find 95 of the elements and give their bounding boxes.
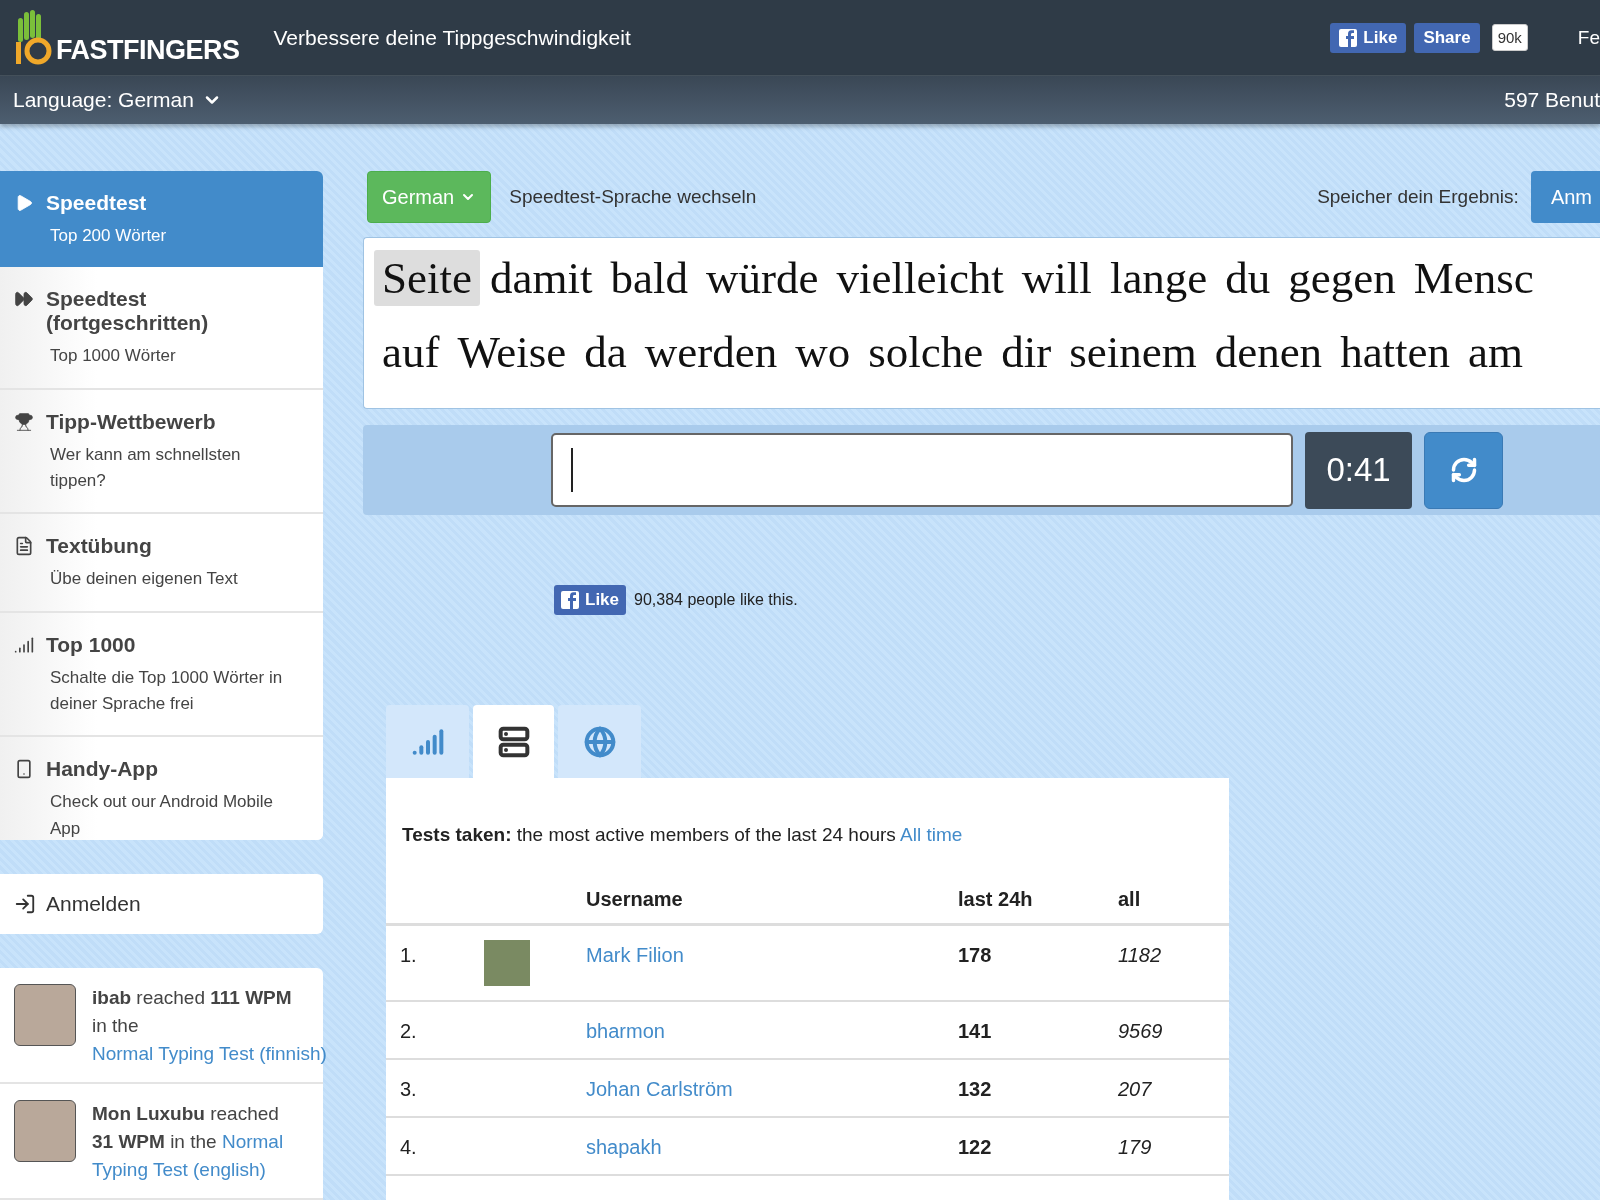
like-count: 90k [1491, 24, 1528, 51]
sidebar-item[interactable]: Speedtest Top 200 Wörter [0, 171, 323, 268]
tests-24h-cell: 122 [958, 1118, 1118, 1176]
sidebar-item-title: Speedtest (fortgeschritten) [46, 287, 210, 336]
all-time-link[interactable]: All time [900, 824, 963, 845]
word: gegen [1287, 252, 1397, 305]
site-tagline: Verbessere deine Tippgeschwindigkeit [273, 25, 631, 50]
activity-link[interactable]: Normal [221, 1131, 284, 1152]
hand-logo-icon [14, 9, 54, 66]
sidebar-item-subtitle: Check out our Android Mobile App [49, 791, 275, 840]
tests-24h-cell: 178 [958, 926, 1118, 1002]
word: seinem [1068, 326, 1198, 379]
sidebar-item-title: Textübung [46, 534, 153, 559]
word: du [1224, 252, 1272, 305]
sidebar-item[interactable]: Textübung Übe deinen eigenen Text [0, 514, 323, 613]
sidebar-item-title: Handy-App [46, 757, 159, 782]
activity-link[interactable]: Normal Typing Test (finnish) [92, 1043, 327, 1064]
stats-tab[interactable] [473, 705, 554, 778]
word: solche [867, 326, 985, 379]
word: würde [704, 252, 820, 305]
word: werden [643, 326, 779, 379]
word: denen [1213, 326, 1324, 379]
share-button[interactable]: Share [1414, 22, 1480, 53]
login-icon [14, 893, 36, 915]
sidebar-item-subtitle: Wer kann am schnellsten tippen? [49, 443, 242, 493]
server-stack-icon [497, 725, 530, 758]
sidebar-item-subtitle: Top 1000 Wörter [49, 345, 177, 368]
avatar-placeholder [14, 1100, 76, 1162]
word: dir [1000, 326, 1053, 379]
sidebar-item-subtitle: Übe deinen eigenen Text [49, 568, 238, 591]
facebook-like-button[interactable]: Like [554, 585, 627, 615]
avatar-placeholder [14, 984, 76, 1046]
login-link[interactable]: Anmelden [0, 874, 323, 934]
rank-cell: 3. [386, 1060, 484, 1118]
countdown-timer: 0:41 [1305, 431, 1412, 509]
sidebar-item-title: Speedtest [46, 191, 148, 215]
photo-placeholder [484, 940, 530, 986]
username-link[interactable]: Mark Filion [586, 926, 958, 1002]
word: am [1467, 326, 1525, 379]
globe-icon [583, 725, 616, 758]
column-header: all [1118, 888, 1229, 926]
facebook-logo-icon [561, 591, 579, 609]
word: hatten [1339, 326, 1452, 379]
activity-text: Mon Luxubu reached 31 WPM in the Normal Typing Test (english) [92, 1102, 285, 1182]
change-language-label: Speedtest-Sprache wechseln [509, 186, 757, 208]
sidebar-item-subtitle: Schalte die Top 1000 Wörter in deiner Sprache frei [49, 666, 284, 716]
text-cursor [571, 448, 573, 492]
document-icon [14, 536, 34, 557]
word: will [1020, 252, 1093, 305]
sidebar-item[interactable]: Tipp-Wettbewerb Wer kann am schnellsten tippen? [0, 389, 323, 515]
tests-24h-cell: 132 [958, 1060, 1118, 1118]
tests-24h-cell: 141 [958, 1002, 1118, 1060]
word: Mensc [1412, 252, 1535, 305]
word: wo [794, 326, 852, 379]
users-online-text: 597 Benut [1504, 88, 1600, 112]
facebook-like-button[interactable]: Like [1330, 22, 1407, 53]
username-link[interactable]: Johan Carlström [586, 1060, 958, 1118]
refresh-icon [1449, 456, 1478, 484]
sidebar-item[interactable]: Handy-App Check out our Android Mobile App [0, 737, 323, 840]
reload-button[interactable] [1424, 431, 1503, 509]
word: Seite [374, 250, 480, 306]
site-logo[interactable]: FASTFINGERS [56, 34, 240, 66]
tests-all-cell: 9569 [1118, 1002, 1229, 1060]
sidebar-item[interactable]: Top 1000 Schalte die Top 1000 Wörter in deiner Sprache frei [0, 612, 323, 738]
sidebar-item[interactable]: Speedtest (fortgeschritten) Top 1000 Wörter [0, 267, 323, 390]
word: damit [489, 252, 594, 305]
word: lange [1108, 252, 1209, 305]
sidebar-item-subtitle: Top 200 Wörter [49, 225, 167, 247]
typing-input-field[interactable] [551, 433, 1293, 507]
column-header: Username [586, 888, 958, 926]
word: vielleicht [835, 252, 1005, 305]
rank-cell: 4. [386, 1118, 484, 1176]
word: bald [609, 252, 689, 305]
word: da [583, 326, 628, 379]
sidebar-item-title: Tipp-Wettbewerb [46, 409, 217, 434]
column-header: last 24h [958, 888, 1118, 926]
smartphone-icon [14, 759, 34, 780]
sidebar-item-title: Top 1000 [46, 632, 137, 657]
word: auf [381, 326, 441, 379]
activity-link[interactable]: Typing Test (english) [92, 1159, 266, 1180]
tests-all-cell: 1182 [1118, 926, 1229, 1002]
word: Weise [456, 326, 568, 379]
like-count-text: 90,384 people like this. [634, 591, 798, 609]
save-result-label: Speicher dein Ergebnis: [1317, 186, 1519, 208]
tests-all-cell: 179 [1118, 1118, 1229, 1176]
language-selector[interactable]: Language: German [13, 88, 222, 112]
header-link[interactable]: Fe [1577, 26, 1600, 49]
username-link[interactable]: bharmon [586, 1002, 958, 1060]
trophy-icon [14, 411, 34, 432]
username-link[interactable]: shapakh [586, 1118, 958, 1176]
leaderboard-description: Tests taken: the most active members of the last 24 hours All time [402, 824, 964, 846]
login-button[interactable]: Anm [1530, 171, 1600, 223]
rank-cell: 2. [386, 1002, 484, 1060]
tests-all-cell: 207 [1118, 1060, 1229, 1118]
facebook-logo-icon [1339, 28, 1358, 47]
